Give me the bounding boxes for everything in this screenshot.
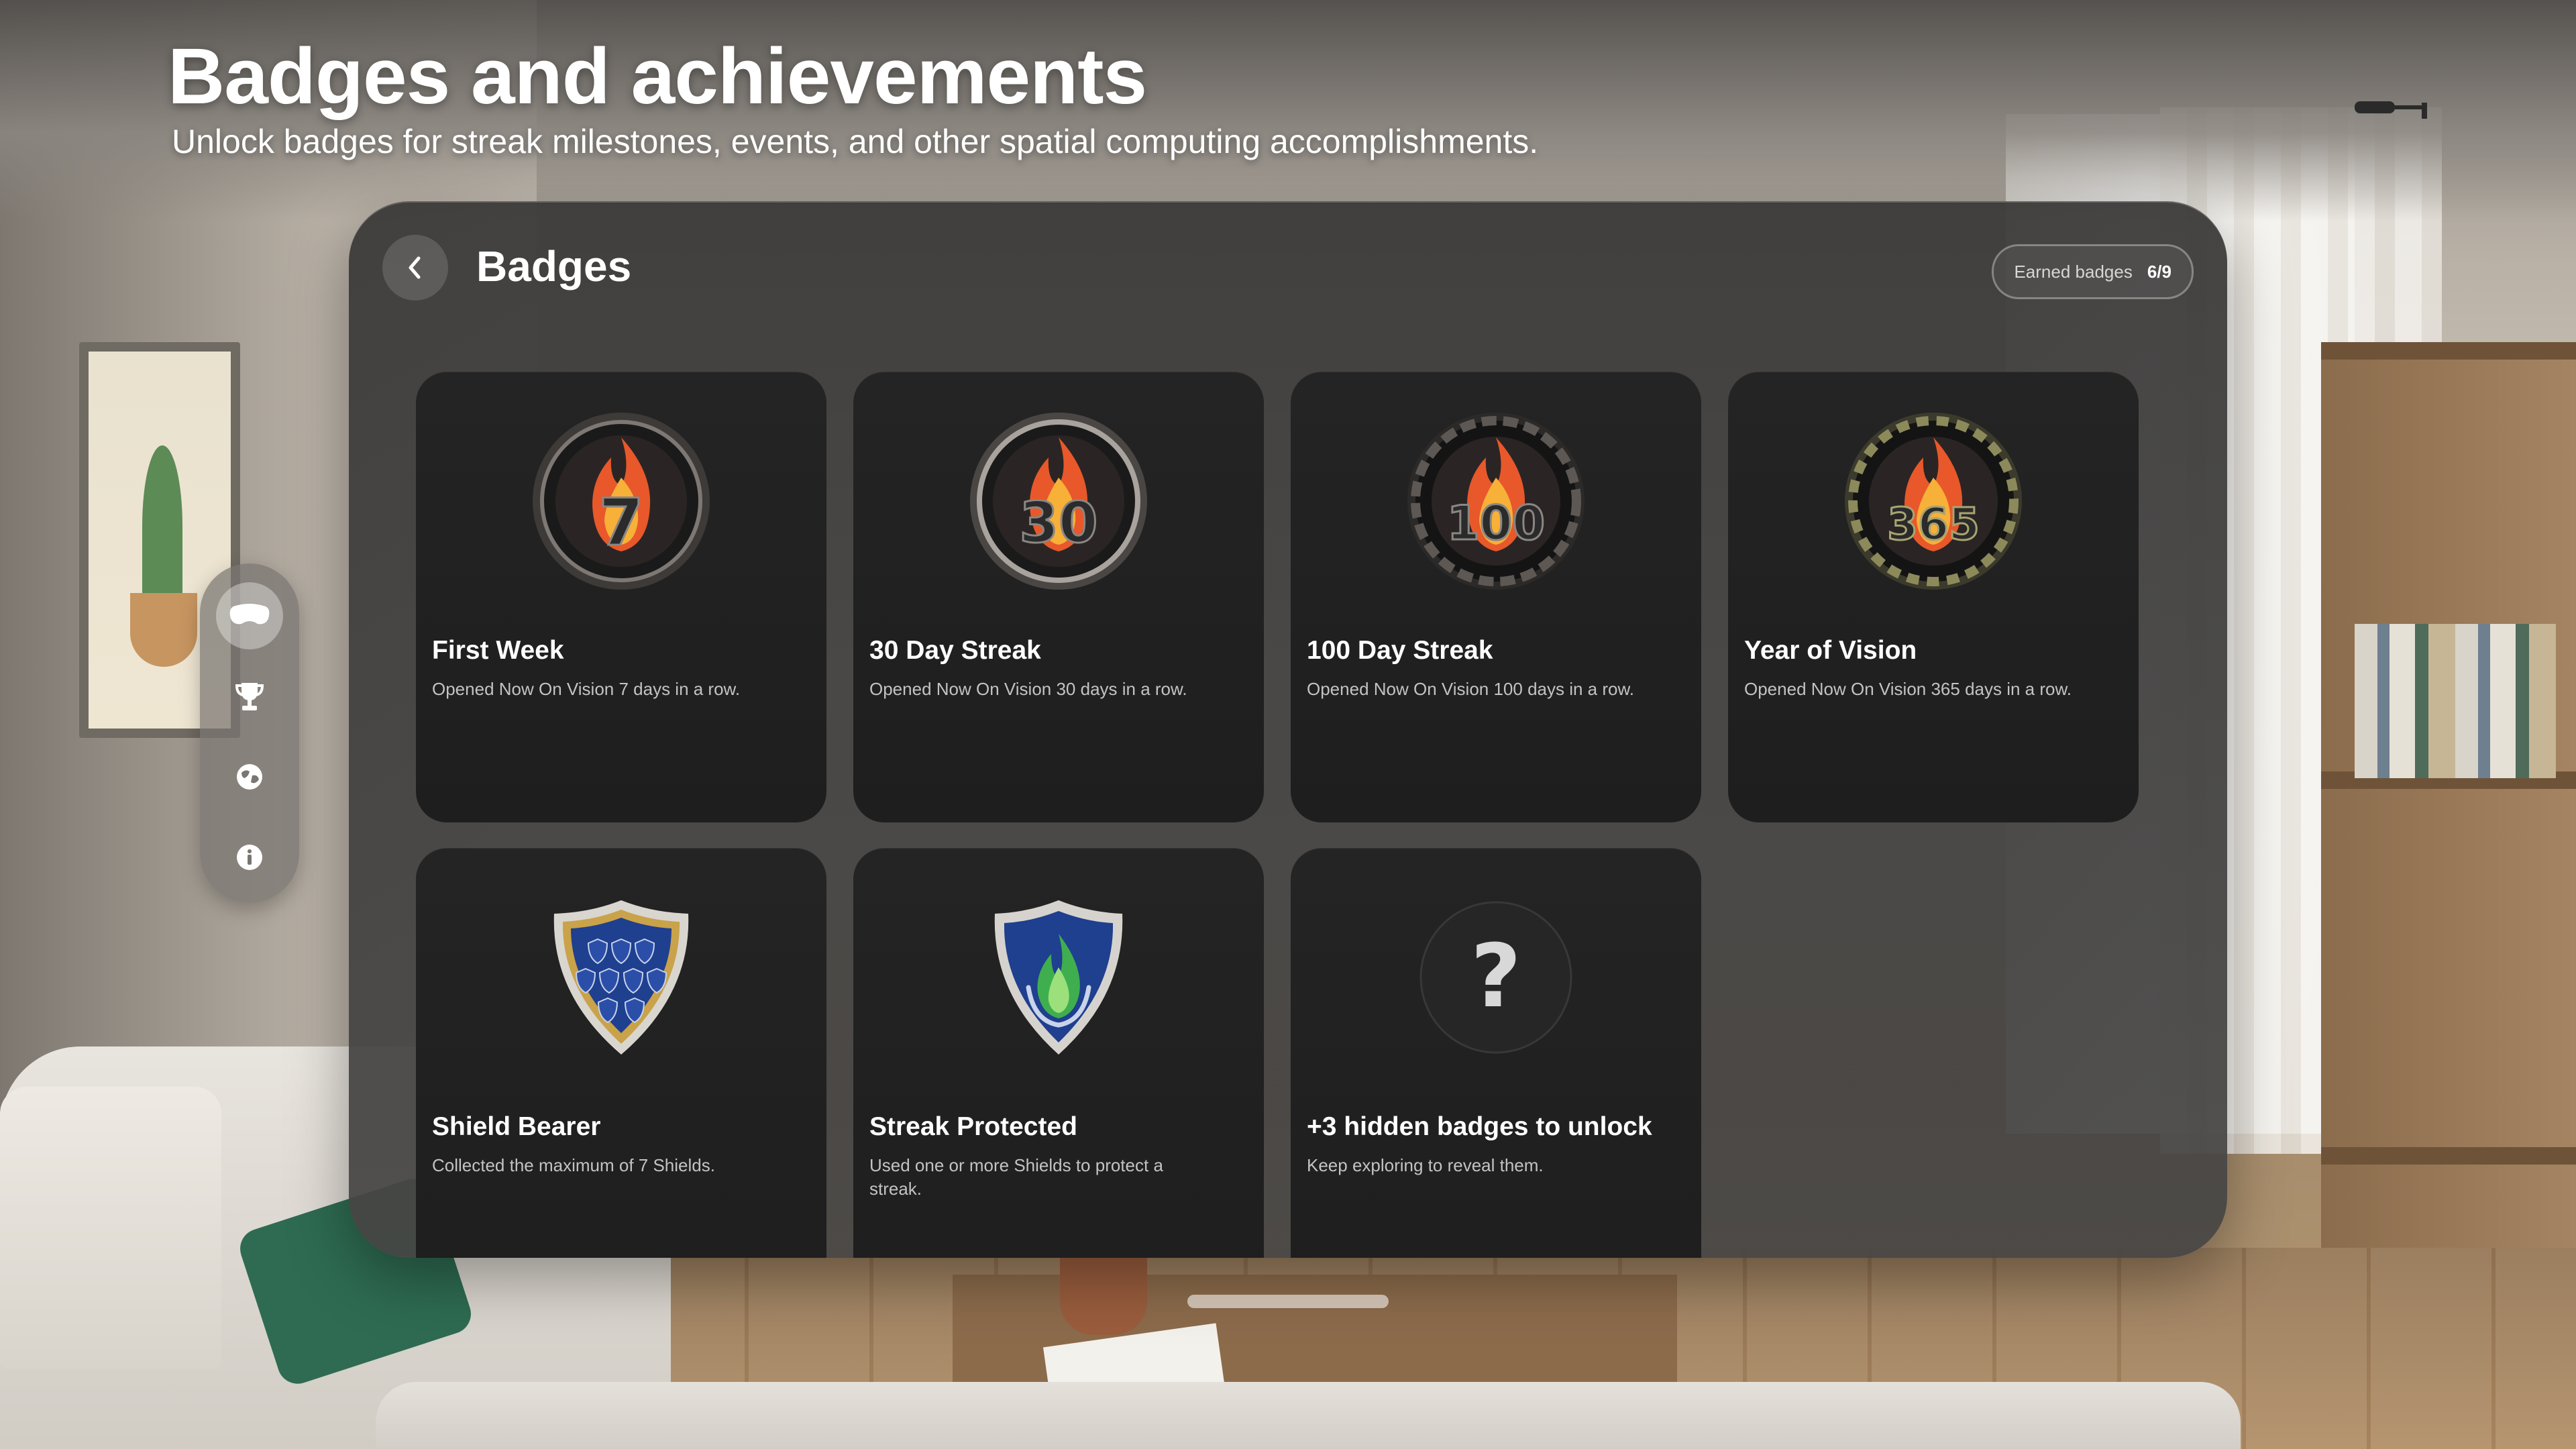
vision-pro-icon: [229, 604, 270, 625]
security-camera-icon: [2355, 101, 2427, 119]
medal-number: 100: [1447, 496, 1545, 551]
window-title: Badges: [476, 242, 632, 290]
badges-window: Badges Earned badges 6/9 7 First Week Op…: [349, 201, 2227, 1258]
lamp: [0, 1087, 221, 1368]
question-mark-icon: ?: [1419, 901, 1572, 1054]
badge-name: Shield Bearer: [432, 1112, 601, 1141]
badge-description: Opened Now On Vision 7 days in a row.: [432, 679, 741, 699]
shield-cluster-icon: [553, 900, 689, 1055]
shield-flame-icon: [994, 900, 1123, 1055]
badge-description: Collected the maximum of 7 Shields.: [432, 1155, 715, 1175]
trophy-icon: [235, 683, 264, 710]
flame-medal-icon: 7: [533, 413, 710, 590]
badge-description: Opened Now On Vision 100 days in a row.: [1307, 679, 1635, 699]
books: [2355, 624, 2556, 778]
flame-medal-icon: 30: [970, 413, 1147, 590]
chevron-left-icon: [409, 256, 421, 279]
badge-description: Keep exploring to reveal them.: [1307, 1155, 1544, 1175]
medal-number: 7: [599, 485, 644, 560]
tab-vision-pro[interactable]: [216, 582, 283, 649]
window-grabber[interactable]: [1187, 1295, 1389, 1308]
page-title: Badges and achievements: [168, 32, 1147, 121]
page-subtitle: Unlock badges for streak milestones, eve…: [172, 123, 1539, 160]
earned-badges-count: 6/9: [2147, 261, 2171, 282]
info-icon: [237, 845, 262, 870]
tab-info[interactable]: [216, 824, 283, 891]
badge-card[interactable]: Streak Protected Used one or more Shield…: [853, 848, 1264, 1258]
badge-card[interactable]: Shield Bearer Collected the maximum of 7…: [416, 848, 826, 1258]
medal-number: 365: [1887, 498, 1980, 550]
badge-name: 30 Day Streak: [869, 636, 1041, 665]
badge-description: Used one or more Shields to protect a st…: [869, 1155, 1163, 1199]
earned-badges-label: Earned badges: [2014, 261, 2133, 282]
badge-card[interactable]: 100 100 Day Streak Opened Now On Vision …: [1291, 372, 1701, 822]
medal-number: 30: [1020, 490, 1098, 555]
badge-card[interactable]: ? +3 hidden badges to unlock Keep explor…: [1291, 848, 1701, 1258]
badge-name: 100 Day Streak: [1307, 636, 1493, 665]
badge-name: +3 hidden badges to unlock: [1307, 1112, 1652, 1141]
tab-explore[interactable]: [216, 743, 283, 810]
sofa: [376, 1382, 2241, 1449]
tab-ornament: [200, 564, 299, 903]
tab-badges[interactable]: [216, 663, 283, 730]
badge-card[interactable]: 30 30 Day Streak Opened Now On Vision 30…: [853, 372, 1264, 822]
badge-card[interactable]: 7 First Week Opened Now On Vision 7 days…: [416, 372, 826, 822]
badge-name: Streak Protected: [869, 1112, 1077, 1141]
back-button[interactable]: [382, 235, 448, 301]
badge-name: First Week: [432, 636, 564, 665]
badge-description: Opened Now On Vision 30 days in a row.: [869, 679, 1187, 699]
badge-card[interactable]: 365 Year of Vision Opened Now On Vision …: [1728, 372, 2139, 822]
flame-medal-icon: 100: [1407, 413, 1585, 590]
badge-description: Opened Now On Vision 365 days in a row.: [1744, 679, 2072, 699]
flame-medal-icon: 365: [1845, 413, 2022, 590]
earned-badges-pill: Earned badges 6/9: [1992, 244, 2194, 299]
badge-name: Year of Vision: [1744, 636, 1917, 665]
globe-icon: [237, 764, 262, 790]
hidden-badge-glyph: ?: [1470, 925, 1521, 1027]
